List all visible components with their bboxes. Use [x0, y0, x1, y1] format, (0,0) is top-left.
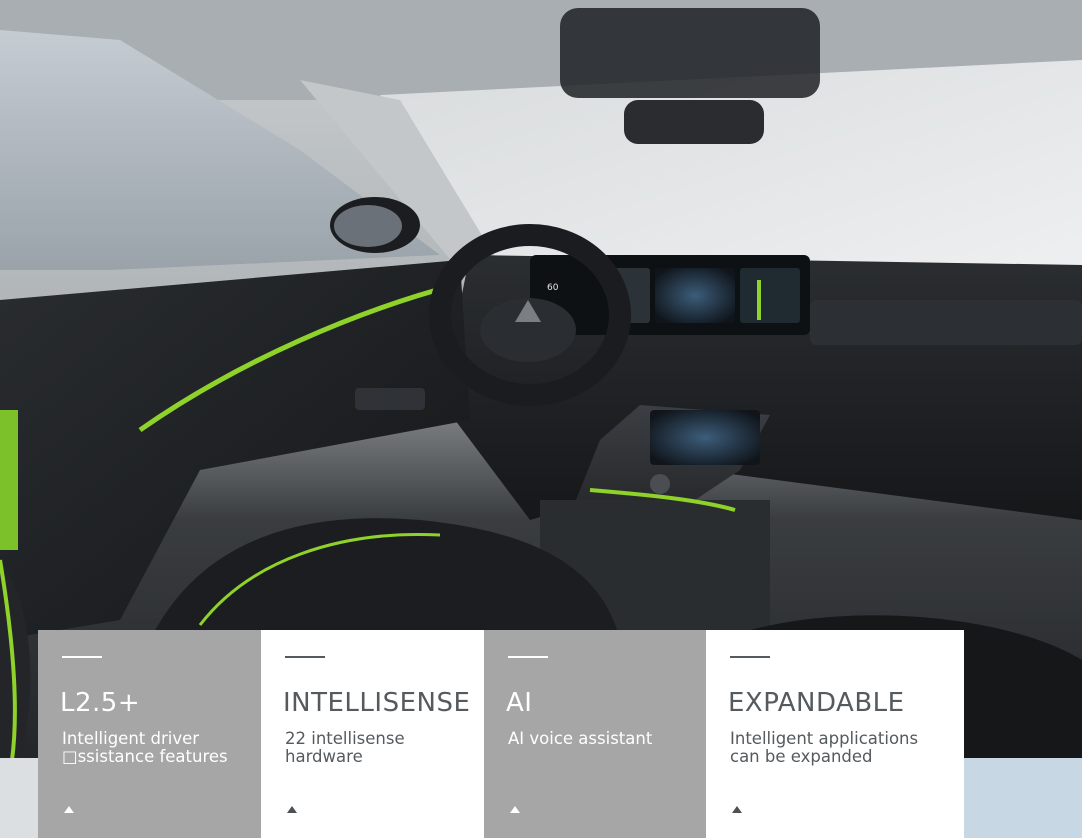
feature-title: EXPANDABLE	[728, 688, 905, 718]
feature-card-l2-5[interactable]: L2.5+ Intelligent driver □ssistance feat…	[38, 630, 261, 838]
expand-arrow-icon[interactable]	[64, 806, 74, 813]
rear-view-mirror	[624, 100, 764, 144]
feature-card-intellisense[interactable]: INTELLISENSE 22 intellisense hardware	[261, 630, 484, 838]
feature-description: Intelligent applications can be expanded	[730, 729, 919, 766]
expand-arrow-icon[interactable]	[287, 806, 297, 813]
expand-arrow-icon[interactable]	[732, 806, 742, 813]
rotary-knob	[650, 474, 670, 494]
expand-arrow-icon[interactable]	[510, 806, 520, 813]
center-screen	[650, 410, 760, 465]
feature-title: L2.5+	[60, 688, 141, 718]
page: 60 L2.5+ Intelligent driver □ssistance f…	[0, 0, 1082, 838]
cluster-speed: 60	[547, 283, 559, 293]
overhead-console	[560, 8, 820, 98]
feature-card-expandable[interactable]: EXPANDABLE Intelligent applications can …	[706, 630, 964, 838]
card-dash	[730, 656, 770, 658]
feature-card-ai[interactable]: AI AI voice assistant	[484, 630, 706, 838]
card-dash	[62, 656, 102, 658]
feature-title: AI	[506, 688, 533, 718]
card-dash	[508, 656, 548, 658]
feature-cards: L2.5+ Intelligent driver □ssistance feat…	[38, 630, 964, 838]
feature-title: INTELLISENSE	[283, 688, 471, 718]
card-dash	[285, 656, 325, 658]
